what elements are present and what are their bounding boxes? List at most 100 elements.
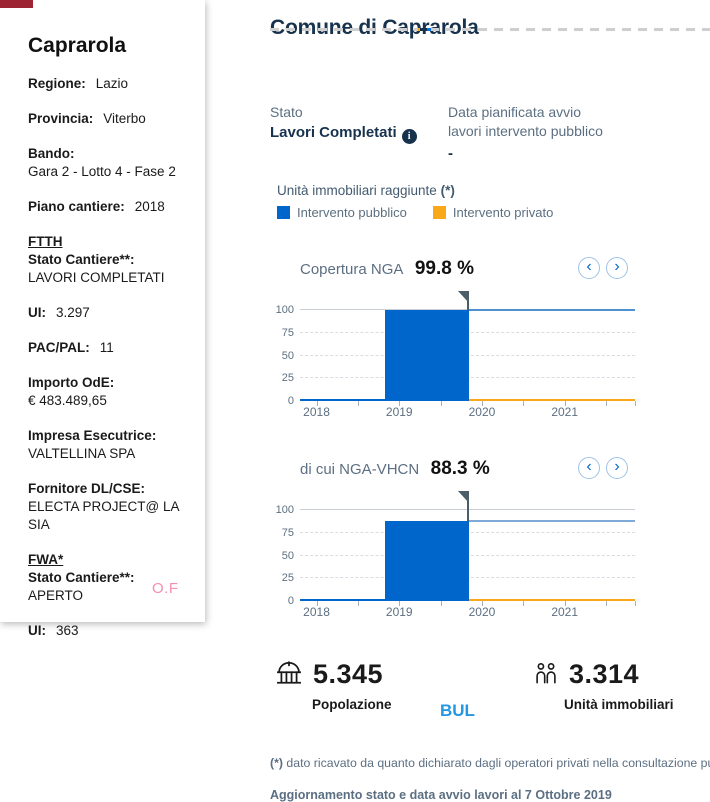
sidebar: Caprarola Regione: Lazio Provincia: Viterb… [0,0,205,638]
footnote-mark: (*) [270,756,283,771]
pac-pal-label: PAC/PAL: [28,340,90,355]
chart-title: Copertura NGA [300,261,404,278]
stato-label: Stato [270,104,303,120]
x-axis-label: 2021 [551,405,579,419]
field-ftth-ui: UI: 3.297 [28,304,191,322]
stat-top: 3.314 [533,660,674,688]
popolazione-label: Popolazione [312,697,392,712]
x-axis-tick [316,401,318,406]
legend-item-privato: Intervento privato [432,205,554,220]
y-axis-label: 50 [281,349,294,362]
title-divider [270,28,710,31]
stato-block: Stato Lavori Completati i [270,103,417,144]
fwa-ui-value: 363 [56,623,79,638]
data-avvio-block: Data pianificata avvio lavori intervento… [448,103,658,162]
title-divider-accent [418,28,431,31]
legend-swatch-blue [277,206,290,219]
field-fornitore: Fornitore DL/CSE: ELECTA PROJECT@ LA SIA [28,480,191,534]
field-pac-pal: PAC/PAL: 11 [28,339,191,357]
fwa-ui-label: UI: [28,623,46,638]
sidebar-title: Caprarola [28,34,127,57]
fwa-heading: FWA* [28,552,64,567]
y-axis-label: 75 [281,326,294,339]
footnote: (*) dato ricavato da quanto dichiarato d… [270,756,710,770]
chart-nga-vhcn: di cui NGA-VHCN 88.3 % ‹ › 100 75 50 25 0 201… [270,453,710,631]
x-axis-tick [357,601,359,606]
chart-legend: Intervento pubblico Intervento privato [277,205,553,220]
x-axis-tick [481,401,483,406]
bando-label: Bando: [28,146,75,161]
field-regione: Regione: Lazio [28,75,191,93]
x-axis-tick [564,601,566,606]
popolazione-value: 5.345 [313,659,384,689]
field-piano-cantiere: Piano cantiere: 2018 [28,198,191,216]
carousel-next-button[interactable]: › [606,457,628,479]
plot-area: 100 75 50 25 0 2018 2019 2020 2021 [276,291,636,419]
bando-value: Gara 2 - Lotto 4 - Fase 2 [28,164,176,179]
y-axis-label: 0 [287,395,294,407]
monument-icon [277,661,301,684]
chart-carousel-nav: ‹ › [578,257,628,279]
footnote-text: dato ricavato da quanto dichiarato dagli… [286,756,710,771]
x-axis-label: 2019 [385,605,413,619]
x-axis-tick [440,401,442,406]
chart-header: Copertura NGA 99.8 % [300,258,474,280]
stato-value: Lavori Completati i [270,124,417,144]
impresa-value: VALTELLINA SPA [28,446,136,461]
regione-value: Lazio [95,76,129,91]
watermark: O.F [152,580,179,597]
ftth-stato-value: LAVORI COMPLETATI [28,270,165,285]
x-axis-label: 2018 [303,405,330,419]
page: Caprarola Regione: Lazio Provincia: Viterb… [0,0,710,802]
people-icon [536,663,556,684]
stat-top: 5.345 [275,660,392,688]
field-fwa-ui: UI: 363 [28,622,191,640]
ftth-heading: FTTH [28,234,63,249]
x-axis-tick [440,601,442,606]
unita-heading-text: Unità immobiliari raggiunte [277,183,437,198]
carousel-next-button[interactable]: › [606,257,628,279]
x-axis-label: 2018 [303,605,330,619]
y-axis-label: 100 [275,504,294,517]
red-corner-mark [0,0,33,8]
field-impresa: Impresa Esecutrice: VALTELLINA SPA [28,427,191,463]
y-axis-label: 25 [281,372,294,385]
private-line [468,599,635,601]
y-axis-label: 25 [281,572,294,585]
stato-value-text: Lavori Completati [270,124,397,141]
info-icon[interactable]: i [401,129,417,144]
unita-immobiliari-value: 3.314 [569,659,640,689]
carousel-prev-button[interactable]: ‹ [578,457,600,479]
public-line-before [300,399,386,401]
carousel-prev-button[interactable]: ‹ [578,257,600,279]
chart-value: 99.8 % [414,258,474,279]
chart-title: di cui NGA-VHCN [300,461,420,478]
field-provincia: Provincia: Viterbo [28,110,191,128]
unita-heading-mark: (*) [440,183,455,198]
x-axis-label: 2019 [385,405,413,419]
update-note: Aggiornamento stato e data avvio lavori … [270,787,612,802]
x-axis-tick [481,601,483,606]
x-axis-tick [523,401,525,406]
chart-copertura-nga: Copertura NGA 99.8 % ‹ › 100 75 50 25 0 2018 2… [270,253,710,431]
x-axis-tick [635,601,636,606]
legend-label-privato: Intervento privato [452,205,554,220]
bul-link[interactable]: BUL [440,701,475,721]
x-axis-tick [564,401,566,406]
data-avvio-value: - [448,145,453,162]
public-line-after [468,309,635,312]
fwa-stato-label: Stato Cantiere**: [28,570,135,585]
chart-value: 88.3 % [430,458,490,479]
x-axis-label: 2020 [468,605,496,619]
data-avvio-label-line1: Data pianificata avvio [448,104,582,120]
plot-area: 100 75 50 25 0 2018 2019 2020 2021 [276,491,636,619]
pac-pal-value: 11 [99,340,114,355]
y-axis-label: 100 [275,304,294,317]
y-axis-label: 50 [281,549,294,562]
legend-label-pubblico: Intervento pubblico [297,205,407,220]
x-axis-tick [606,401,608,406]
marker-flag-icon [457,291,469,303]
legend-swatch-orange [432,206,446,219]
fornitore-label: Fornitore DL/CSE: [28,481,145,496]
public-line-after [468,519,635,522]
